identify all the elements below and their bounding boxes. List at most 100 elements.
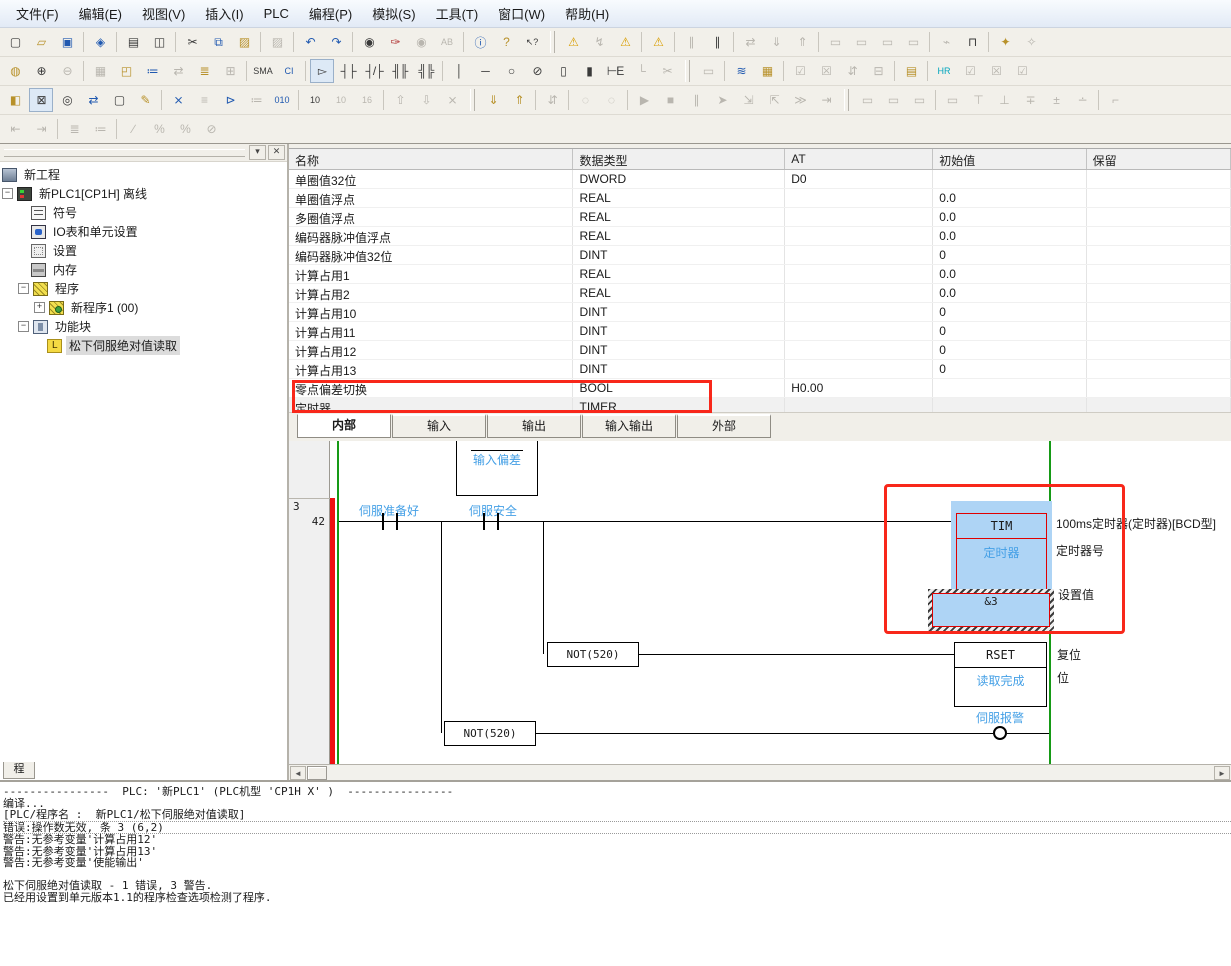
cell-at[interactable]: H0.00: [785, 379, 933, 397]
cell-at[interactable]: [785, 227, 933, 245]
cell-type[interactable]: DWORD: [573, 170, 785, 188]
drag-grip[interactable]: [4, 149, 245, 157]
scroll-left-button[interactable]: ◄: [290, 766, 306, 780]
not-instruction-2[interactable]: NOT(520): [444, 721, 536, 746]
find-warning-button[interactable]: ⚠: [613, 30, 637, 54]
cell-at[interactable]: [785, 360, 933, 378]
expand-icon[interactable]: +: [34, 302, 45, 313]
cell-init[interactable]: 0.0: [933, 265, 1086, 283]
build-button[interactable]: ⊠: [29, 88, 53, 112]
cell-retain[interactable]: [1087, 189, 1231, 207]
cell-at[interactable]: [785, 265, 933, 283]
table-row[interactable]: 计算占用10DINT0: [289, 303, 1231, 322]
coil-servo-alarm[interactable]: [993, 726, 1007, 740]
cell-type[interactable]: DINT: [573, 303, 785, 321]
browse-function-blocks-button[interactable]: ▤: [899, 59, 923, 83]
table-row[interactable]: 计算占用13DINT0: [289, 360, 1231, 379]
table-row[interactable]: 计算占用12DINT0: [289, 341, 1231, 360]
menu-窗口W[interactable]: 窗口(W): [488, 0, 555, 27]
contact-no-button[interactable]: ┤├: [336, 59, 360, 83]
output-line[interactable]: [PLC/程序名 : 新PLC1/松下伺服绝对值读取]: [3, 809, 1231, 822]
tree-item-plc[interactable]: −新PLC1[CP1H] 离线: [0, 184, 287, 203]
cell-init[interactable]: 0.0: [933, 227, 1086, 245]
zoom-custom-button[interactable]: ◍: [3, 59, 27, 83]
cell-retain[interactable]: [1087, 322, 1231, 340]
cell-name[interactable]: 计算占用13: [289, 360, 573, 378]
cell-type[interactable]: DINT: [573, 341, 785, 359]
cell-init[interactable]: 0: [933, 246, 1086, 264]
cell-at[interactable]: [785, 284, 933, 302]
tree-item-memory[interactable]: 内存: [0, 260, 287, 279]
output-line[interactable]: 警告:无参考变量'使能输出': [3, 857, 1231, 869]
output-line[interactable]: 警告:无参考变量'计算占用12': [3, 834, 1231, 846]
cell-name[interactable]: 单圈值浮点: [289, 189, 573, 207]
cell-type[interactable]: DINT: [573, 246, 785, 264]
info-button[interactable]: ⓘ: [468, 30, 492, 54]
cell-retain[interactable]: [1087, 303, 1231, 321]
tree-item-project[interactable]: 新工程: [0, 165, 287, 184]
cell-name[interactable]: 计算占用1: [289, 265, 573, 283]
output-line[interactable]: 错误:操作数无效, 条 3 (6,2): [3, 822, 1231, 835]
table-row[interactable]: 单圈值32位DWORDD0: [289, 170, 1231, 189]
undo-button[interactable]: ↶: [298, 30, 322, 54]
tab-内部[interactable]: 内部: [297, 414, 391, 438]
fb-invocation-button[interactable]: ⊢E: [603, 59, 627, 83]
paste-button[interactable]: ▨: [232, 30, 256, 54]
time-chart-button[interactable]: ⊓: [960, 30, 984, 54]
cell-at[interactable]: [785, 322, 933, 340]
check-options-button[interactable]: ⚠: [646, 30, 670, 54]
output-line[interactable]: 警告:无参考变量'计算占用13': [3, 846, 1231, 858]
cell-type[interactable]: REAL: [573, 208, 785, 226]
vertical-line-button[interactable]: │: [447, 59, 471, 83]
cell-name[interactable]: 单圈值32位: [289, 170, 573, 188]
cell-at[interactable]: D0: [785, 170, 933, 188]
set-password-button[interactable]: ✦: [993, 30, 1017, 54]
cell-init[interactable]: 0.0: [933, 284, 1086, 302]
instruction-box-button[interactable]: ▯: [551, 59, 575, 83]
horizontal-line-button[interactable]: ─: [473, 59, 497, 83]
column-header-retain[interactable]: 保留: [1087, 149, 1231, 169]
cell-type[interactable]: DINT: [573, 322, 785, 340]
chevron-down-icon[interactable]: ▾: [249, 145, 266, 160]
tab-外部[interactable]: 外部: [677, 414, 771, 438]
collapse-icon[interactable]: −: [2, 188, 13, 199]
coil-button[interactable]: ○: [499, 59, 523, 83]
transfer-from-plc-button[interactable]: ⇑: [507, 88, 531, 112]
output-line[interactable]: 松下伺服绝对值读取 - 1 错误, 3 警告.: [3, 880, 1231, 892]
table-row[interactable]: 计算占用2REAL0.0: [289, 284, 1231, 303]
contact-servo-ready[interactable]: [382, 513, 398, 530]
menu-编程P[interactable]: 编程(P): [299, 0, 362, 27]
cell-retain[interactable]: [1087, 341, 1231, 359]
tab-输入[interactable]: 输入: [392, 414, 486, 438]
monitor-decimal-button[interactable]: 10: [303, 88, 327, 112]
menu-模拟S[interactable]: 模拟(S): [362, 0, 425, 27]
menu-帮助H[interactable]: 帮助(H): [555, 0, 619, 27]
context-help-button[interactable]: ↖?: [520, 30, 544, 54]
watch-window-button[interactable]: ▦: [755, 59, 779, 83]
cell-name[interactable]: 多圈值浮点: [289, 208, 573, 226]
rset-instruction-block[interactable]: RSET 读取完成: [954, 642, 1047, 707]
contact-servo-safe[interactable]: [483, 513, 499, 530]
cell-at[interactable]: [785, 246, 933, 264]
cell-retain[interactable]: [1087, 246, 1231, 264]
cell-retain[interactable]: [1087, 265, 1231, 283]
table-row[interactable]: 编码器脉冲值32位DINT0: [289, 246, 1231, 265]
column-header-init[interactable]: 初始值: [933, 149, 1086, 169]
instruction-box-nc-button[interactable]: ▮: [577, 59, 601, 83]
contact-or-no-button[interactable]: ╢╟: [388, 59, 412, 83]
cell-name[interactable]: 计算占用2: [289, 284, 573, 302]
cell-type[interactable]: REAL: [573, 227, 785, 245]
symbol-display-button[interactable]: ≣: [192, 59, 216, 83]
cell-init[interactable]: 0: [933, 360, 1086, 378]
tree-item-programs[interactable]: −程序: [0, 279, 287, 298]
not-instruction-1[interactable]: NOT(520): [547, 642, 639, 667]
menu-PLC[interactable]: PLC: [254, 2, 299, 25]
tab-输出[interactable]: 输出: [487, 414, 581, 438]
open-project-button[interactable]: ▱: [29, 30, 53, 54]
cell-name[interactable]: 编码器脉冲值浮点: [289, 227, 573, 245]
cut-button[interactable]: ✂: [180, 30, 204, 54]
find-report-button[interactable]: ◈: [88, 30, 112, 54]
save-project-button[interactable]: ▣: [55, 30, 79, 54]
cell-name[interactable]: 计算占用10: [289, 303, 573, 321]
program-check-button[interactable]: ≋: [729, 59, 753, 83]
